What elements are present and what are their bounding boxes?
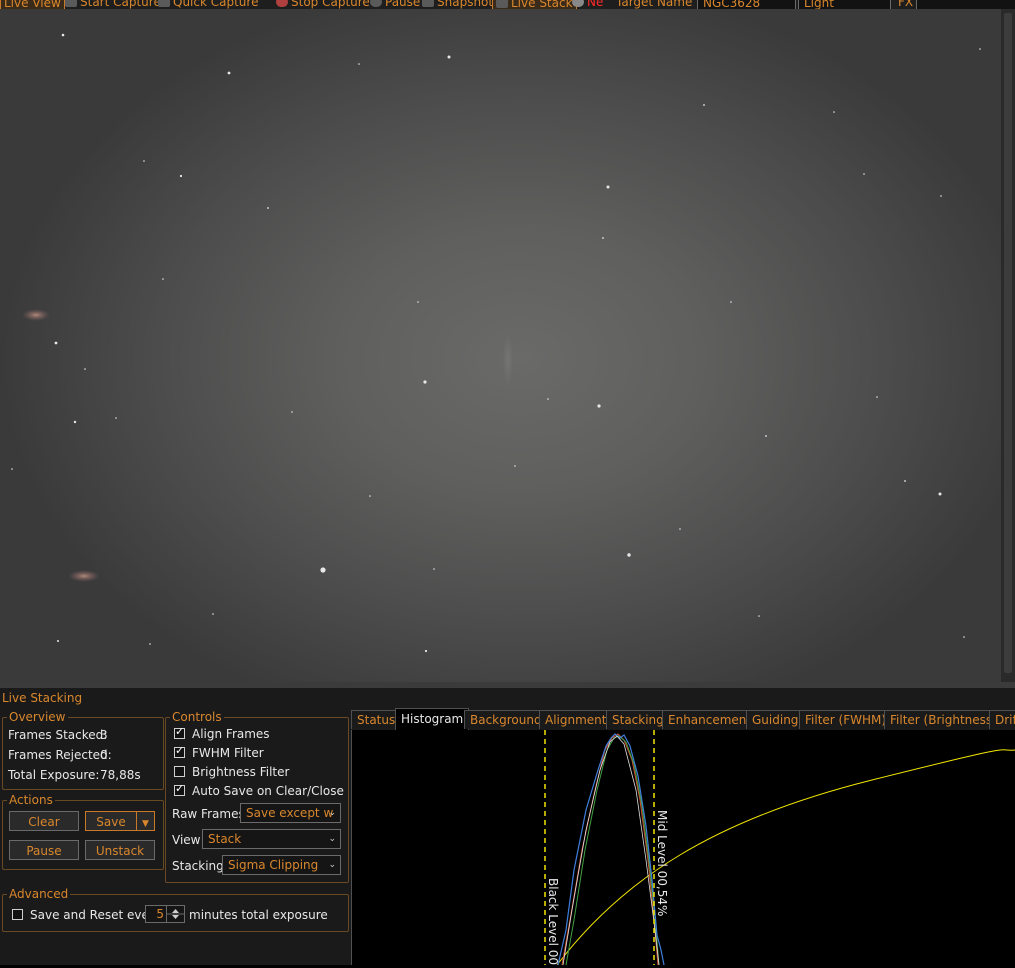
snapshot-icon — [422, 0, 434, 7]
controls-legend: Controls — [172, 710, 222, 724]
frames-rejected-label: Frames Rejected: — [8, 748, 112, 762]
record-toggle[interactable]: Ne — [572, 0, 603, 9]
fwhm-filter-checkbox[interactable] — [174, 744, 185, 758]
scrollbar-thumb[interactable] — [1004, 13, 1012, 673]
minutes-value: 5 — [156, 907, 164, 921]
star-field — [11, 33, 981, 653]
frames-rejected-value: 0 — [100, 748, 108, 762]
stacking-select[interactable]: Sigma Clipping ⌄ — [222, 855, 341, 875]
advanced-legend: Advanced — [9, 887, 69, 901]
brightness-filter-checkbox[interactable] — [174, 766, 185, 777]
overview-legend: Overview — [9, 710, 66, 724]
save-button[interactable]: Save — [85, 811, 137, 831]
start-capture-button[interactable]: Start Capture — [65, 0, 161, 9]
mid-level-label: Mid Level 00,54% — [655, 810, 669, 916]
tab-filter-fwhm[interactable]: Filter (FWHM) — [799, 710, 893, 729]
stacked-image-preview[interactable] — [0, 9, 1001, 682]
fx-input[interactable] — [916, 0, 1015, 9]
live-view-button[interactable]: Live View — [0, 0, 65, 9]
record-icon — [572, 0, 584, 7]
pause-stack-button[interactable]: Pause — [9, 840, 79, 860]
histogram-green — [565, 735, 660, 966]
minutes-stepper[interactable]: 5 — [145, 905, 185, 923]
stretch-curve — [556, 749, 1015, 966]
view-label: View — [172, 833, 201, 847]
tab-alignment[interactable]: Alignment — [539, 710, 613, 729]
black-level-label: Black Level 00,2 — [546, 878, 560, 965]
live-stack-button[interactable]: Live Stack — [492, 0, 577, 9]
chevron-down-icon: ⌄ — [328, 834, 336, 844]
save-reset-checkbox[interactable] — [12, 909, 23, 920]
image-vertical-scrollbar[interactable] — [1001, 9, 1015, 682]
actions-legend: Actions — [9, 793, 53, 807]
tab-enhancement[interactable]: Enhancement — [662, 710, 758, 729]
frames-stacked-value: 3 — [100, 728, 108, 742]
galaxy-m65 — [22, 309, 50, 321]
histogram-chart[interactable]: Black Level 00,2 Mid Level 00,54% — [351, 730, 1015, 968]
tab-drift[interactable]: Drift — [989, 710, 1015, 729]
pause-button[interactable]: Pause — [370, 0, 420, 9]
align-frames-checkbox[interactable] — [174, 725, 185, 739]
fwhm-filter-label: FWHM Filter — [192, 746, 264, 760]
frames-stacked-label: Frames Stacked: — [8, 728, 108, 742]
tab-guiding[interactable]: Guiding — [746, 710, 805, 729]
analysis-tabs: Status Histogram Background Alignment St… — [351, 708, 1015, 731]
target-name-input[interactable]: NGC3628 — [697, 0, 796, 9]
frame-type-select[interactable]: Light — [798, 0, 891, 9]
stop-capture-button[interactable]: Stop Capture — [276, 0, 370, 9]
raw-frames-label: Raw Frames — [172, 807, 245, 821]
total-exposure-label: Total Exposure: — [8, 768, 100, 782]
auto-save-label: Auto Save on Clear/Close — [192, 784, 344, 798]
chevron-down-icon: ▼ — [142, 819, 149, 829]
align-frames-label: Align Frames — [192, 727, 270, 741]
raw-frames-select[interactable]: Save except w ⌄ — [240, 803, 341, 823]
camera-icon — [65, 0, 77, 7]
stacking-label: Stacking — [172, 859, 224, 873]
capture-toolbar: Live View Start Capture Quick Capture St… — [0, 0, 1015, 9]
save-dropdown-button[interactable]: ▼ — [136, 811, 155, 831]
tab-background[interactable]: Background — [464, 710, 548, 729]
histogram-red — [561, 733, 659, 966]
stack-icon — [496, 0, 508, 8]
chevron-down-icon: ⌄ — [328, 860, 336, 870]
tab-filter-brightness[interactable]: Filter (Brightness) — [884, 710, 1003, 729]
galaxy-ngc3628 — [503, 334, 513, 386]
snapshot-button[interactable]: Snapshot — [422, 0, 493, 9]
stop-icon — [276, 0, 288, 7]
auto-save-checkbox[interactable] — [174, 782, 185, 796]
tab-histogram[interactable]: Histogram — [395, 708, 470, 730]
histogram-svg: Black Level 00,2 Mid Level 00,54% — [544, 730, 1015, 968]
tab-stacking[interactable]: Stacking — [606, 710, 670, 729]
galaxy-m66 — [68, 570, 100, 582]
pause-icon — [370, 0, 382, 7]
camera-icon — [158, 0, 170, 7]
stepper-arrows-icon[interactable] — [166, 906, 184, 922]
minutes-total-exposure-label: minutes total exposure — [189, 908, 328, 922]
unstack-button[interactable]: Unstack — [85, 840, 155, 860]
quick-capture-button[interactable]: Quick Capture — [158, 0, 258, 9]
fx-label: FX — [898, 0, 914, 9]
histogram-blue — [557, 733, 665, 966]
target-name-label: Target Name : — [616, 0, 701, 9]
panel-title: Live Stacking — [2, 691, 83, 705]
clear-button[interactable]: Clear — [9, 811, 79, 831]
brightness-filter-label: Brightness Filter — [192, 765, 290, 779]
view-select[interactable]: Stack ⌄ — [202, 829, 341, 849]
total-exposure-value: 78,88s — [100, 768, 141, 782]
tab-status[interactable]: Status — [351, 710, 402, 729]
chevron-down-icon: ⌄ — [328, 808, 336, 818]
save-reset-label: Save and Reset every — [30, 908, 161, 922]
